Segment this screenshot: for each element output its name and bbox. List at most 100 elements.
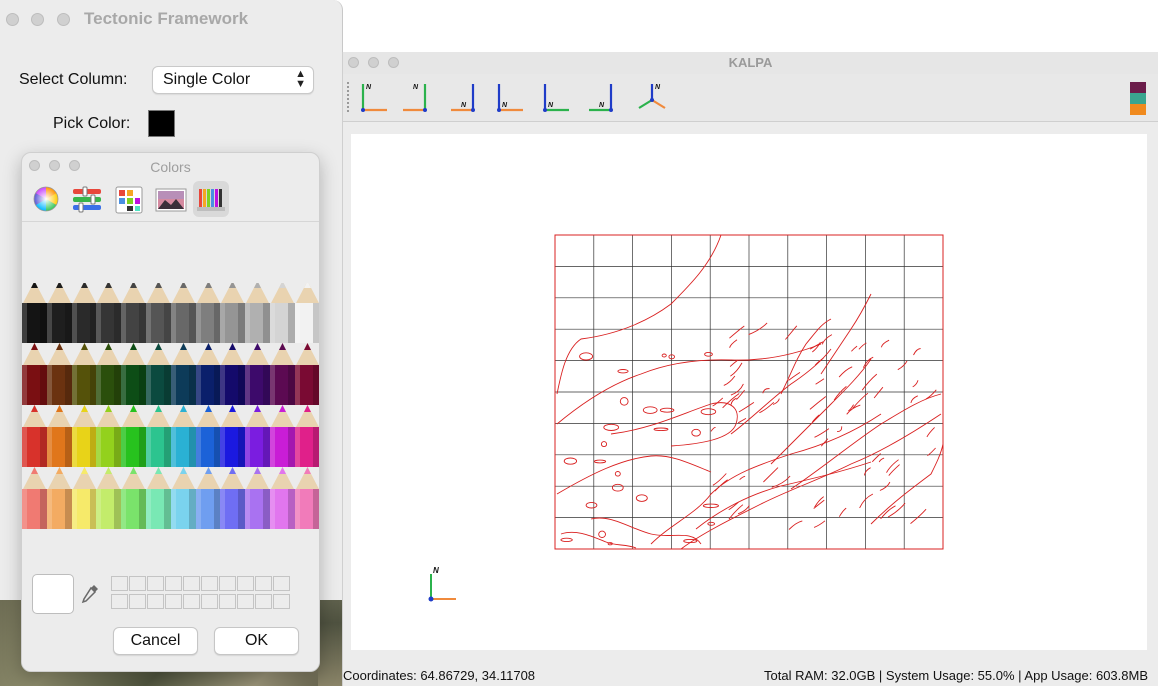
- window-minimize-button[interactable]: [31, 13, 44, 26]
- cancel-button[interactable]: Cancel: [113, 627, 198, 655]
- pencil-color[interactable]: [121, 283, 147, 343]
- custom-swatch[interactable]: [183, 594, 200, 609]
- custom-swatch[interactable]: [201, 594, 218, 609]
- axis-view-5-icon[interactable]: N: [539, 80, 573, 116]
- custom-swatch[interactable]: [165, 594, 182, 609]
- custom-swatch[interactable]: [273, 594, 290, 609]
- pencil-color[interactable]: [96, 343, 122, 405]
- pencil-color[interactable]: [170, 405, 196, 467]
- pencil-color[interactable]: [270, 467, 295, 529]
- image-palettes-icon[interactable]: [152, 181, 188, 217]
- pencil-color[interactable]: [22, 283, 47, 343]
- custom-swatch[interactable]: [111, 576, 128, 591]
- pencil-color[interactable]: [220, 343, 246, 405]
- pencil-color[interactable]: [170, 283, 196, 343]
- pencil-color[interactable]: [96, 283, 122, 343]
- pencil-color[interactable]: [245, 283, 271, 343]
- axis-view-3d-icon[interactable]: N: [635, 80, 669, 116]
- axis-view-6-icon[interactable]: N: [587, 80, 621, 116]
- current-color-well[interactable]: [32, 574, 74, 614]
- pencil-color[interactable]: [121, 467, 147, 529]
- axis-view-1-icon[interactable]: N: [357, 80, 391, 116]
- pencil-color[interactable]: [220, 405, 246, 467]
- pencil-color[interactable]: [22, 405, 47, 467]
- pencil-color[interactable]: [46, 405, 72, 467]
- custom-swatch[interactable]: [219, 594, 236, 609]
- pencil-color[interactable]: [220, 467, 246, 529]
- pencil-color[interactable]: [71, 343, 97, 405]
- pencil-color[interactable]: [294, 405, 319, 467]
- svg-text:N: N: [461, 102, 467, 109]
- pencil-color[interactable]: [270, 405, 295, 467]
- palette-swatch: [1130, 104, 1146, 115]
- custom-swatch[interactable]: [255, 576, 272, 591]
- custom-swatch[interactable]: [183, 576, 200, 591]
- axis-view-4-icon[interactable]: N: [493, 80, 527, 116]
- window-close-button[interactable]: [6, 13, 19, 26]
- pencil-color[interactable]: [96, 405, 122, 467]
- pencil-color[interactable]: [146, 283, 171, 343]
- custom-swatch[interactable]: [237, 576, 254, 591]
- pencil-color[interactable]: [146, 467, 171, 529]
- pencil-row: [22, 405, 319, 467]
- color-palettes-icon[interactable]: [110, 181, 146, 217]
- pencil-color[interactable]: [71, 405, 97, 467]
- pencil-color[interactable]: [170, 467, 196, 529]
- pencils-icon[interactable]: [193, 181, 229, 217]
- pencil-color[interactable]: [46, 467, 72, 529]
- pencil-color[interactable]: [245, 467, 271, 529]
- eyedropper-icon[interactable]: [79, 582, 101, 606]
- color-palette-icon[interactable]: [1130, 82, 1146, 116]
- pencil-color[interactable]: [245, 405, 271, 467]
- map-canvas[interactable]: N: [351, 134, 1147, 650]
- custom-swatch[interactable]: [129, 576, 146, 591]
- ok-button[interactable]: OK: [214, 627, 299, 655]
- pencil-color[interactable]: [46, 343, 72, 405]
- custom-swatch[interactable]: [219, 576, 236, 591]
- custom-swatch[interactable]: [273, 576, 290, 591]
- custom-swatch[interactable]: [255, 594, 272, 609]
- pencil-color[interactable]: [195, 343, 221, 405]
- pencil-color[interactable]: [294, 283, 319, 343]
- window-zoom-button[interactable]: [57, 13, 70, 26]
- pencil-color[interactable]: [22, 343, 47, 405]
- pencil-color[interactable]: [71, 467, 97, 529]
- pencil-color[interactable]: [270, 283, 295, 343]
- map-svg: N: [428, 234, 944, 602]
- custom-swatch[interactable]: [165, 576, 182, 591]
- pencil-color[interactable]: [294, 467, 319, 529]
- pick-color-swatch[interactable]: [148, 110, 175, 137]
- pencil-color[interactable]: [146, 343, 171, 405]
- custom-swatch[interactable]: [147, 576, 164, 591]
- pencil-color[interactable]: [195, 467, 221, 529]
- color-wheel-icon[interactable]: [28, 181, 64, 217]
- pencil-color[interactable]: [195, 405, 221, 467]
- pencil-color[interactable]: [294, 343, 319, 405]
- pencil-color[interactable]: [146, 405, 171, 467]
- axis-view-2-icon[interactable]: N: [403, 80, 437, 116]
- pencil-color[interactable]: [96, 467, 122, 529]
- pencil-color[interactable]: [46, 283, 72, 343]
- pencil-color[interactable]: [71, 283, 97, 343]
- status-coordinates: Coordinates: 64.86729, 34.11708: [343, 668, 536, 683]
- custom-swatch[interactable]: [237, 594, 254, 609]
- pencil-color[interactable]: [245, 343, 271, 405]
- custom-swatch[interactable]: [147, 594, 164, 609]
- pencil-color[interactable]: [121, 405, 147, 467]
- custom-swatch[interactable]: [129, 594, 146, 609]
- colors-title: Colors: [150, 159, 191, 175]
- custom-swatch[interactable]: [201, 576, 218, 591]
- window-title: Tectonic Framework: [84, 9, 249, 28]
- custom-swatch[interactable]: [111, 594, 128, 609]
- color-sliders-icon[interactable]: [69, 181, 105, 217]
- pencil-color[interactable]: [270, 343, 295, 405]
- pencil-color[interactable]: [220, 283, 246, 343]
- pencil-color[interactable]: [195, 283, 221, 343]
- pencil-color[interactable]: [121, 343, 147, 405]
- pencil-color[interactable]: [170, 343, 196, 405]
- svg-text:N: N: [599, 102, 605, 109]
- axis-view-3-icon[interactable]: N: [449, 80, 483, 116]
- select-column-dropdown[interactable]: Single Color ▲ ▼: [152, 66, 314, 94]
- palette-swatch: [1130, 93, 1146, 104]
- pencil-color[interactable]: [22, 467, 47, 529]
